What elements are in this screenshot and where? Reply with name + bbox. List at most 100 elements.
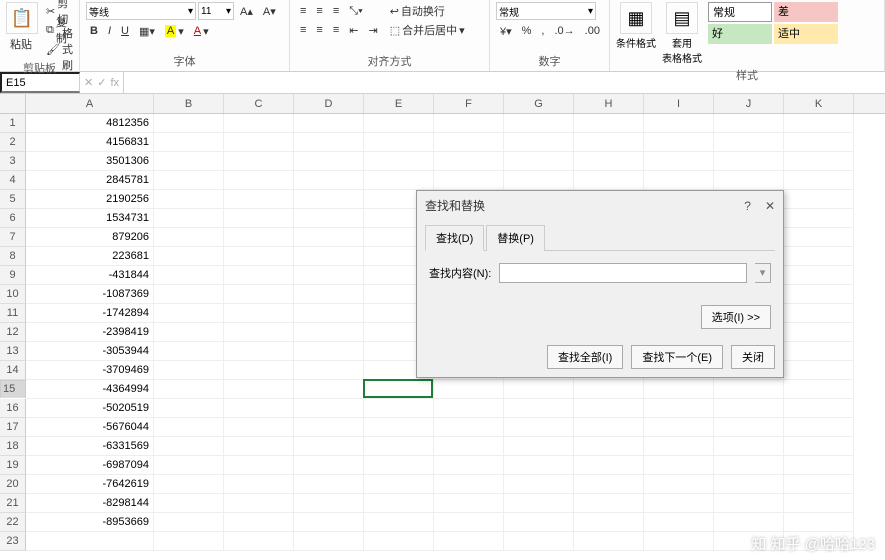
- row-header[interactable]: 11: [0, 304, 26, 323]
- column-header[interactable]: F: [434, 94, 504, 113]
- cell[interactable]: [714, 152, 784, 171]
- cell[interactable]: [154, 532, 224, 551]
- cell[interactable]: [714, 418, 784, 437]
- cell[interactable]: [294, 380, 364, 399]
- tab-replace[interactable]: 替换(P): [486, 225, 545, 251]
- confirm-formula-icon[interactable]: ✓: [97, 76, 106, 89]
- cell[interactable]: [784, 418, 854, 437]
- cell[interactable]: [364, 380, 434, 399]
- cell[interactable]: [434, 171, 504, 190]
- fill-color-button[interactable]: A▾: [161, 22, 188, 40]
- cell[interactable]: [784, 380, 854, 399]
- cell[interactable]: [294, 247, 364, 266]
- cell[interactable]: [294, 323, 364, 342]
- font-color-button[interactable]: A▾: [190, 22, 213, 40]
- cell[interactable]: [154, 323, 224, 342]
- cell[interactable]: [714, 437, 784, 456]
- cell[interactable]: [504, 399, 574, 418]
- cell[interactable]: [364, 114, 434, 133]
- cell[interactable]: [294, 342, 364, 361]
- cell[interactable]: [434, 532, 504, 551]
- cell[interactable]: [224, 475, 294, 494]
- cell[interactable]: [224, 399, 294, 418]
- cell-style-normal[interactable]: 常规: [708, 2, 772, 22]
- column-header[interactable]: A: [26, 94, 154, 113]
- cell[interactable]: [224, 209, 294, 228]
- find-all-button[interactable]: 查找全部(I): [547, 345, 623, 369]
- cell[interactable]: [224, 456, 294, 475]
- cell[interactable]: [294, 228, 364, 247]
- cell[interactable]: [434, 399, 504, 418]
- cell[interactable]: [714, 475, 784, 494]
- cell[interactable]: [714, 133, 784, 152]
- orientation-button[interactable]: ⤡▾: [345, 2, 366, 20]
- cell[interactable]: [294, 133, 364, 152]
- cell[interactable]: [154, 475, 224, 494]
- cell[interactable]: [644, 152, 714, 171]
- dialog-titlebar[interactable]: 查找和替换 ? ✕: [417, 191, 783, 220]
- cell[interactable]: [154, 266, 224, 285]
- cell[interactable]: [224, 247, 294, 266]
- cell[interactable]: [644, 114, 714, 133]
- cell[interactable]: [644, 418, 714, 437]
- cell[interactable]: [294, 456, 364, 475]
- cell[interactable]: -1087369: [26, 285, 154, 304]
- cell[interactable]: [434, 437, 504, 456]
- cell[interactable]: [644, 380, 714, 399]
- cell[interactable]: [294, 437, 364, 456]
- cell[interactable]: [224, 228, 294, 247]
- cell[interactable]: -3709469: [26, 361, 154, 380]
- find-next-button[interactable]: 查找下一个(E): [631, 345, 723, 369]
- cell[interactable]: [224, 285, 294, 304]
- cell[interactable]: [154, 399, 224, 418]
- column-header[interactable]: B: [154, 94, 224, 113]
- cell[interactable]: [294, 266, 364, 285]
- font-size-select[interactable]: 11▾: [198, 2, 234, 20]
- cell[interactable]: [224, 532, 294, 551]
- row-header[interactable]: 13: [0, 342, 26, 361]
- cell[interactable]: [504, 475, 574, 494]
- row-header[interactable]: 10: [0, 285, 26, 304]
- dec-decimal-button[interactable]: .00: [581, 22, 604, 40]
- row-header[interactable]: 6: [0, 209, 26, 228]
- cell[interactable]: [504, 437, 574, 456]
- currency-button[interactable]: ¥▾: [496, 22, 516, 40]
- cell[interactable]: 2845781: [26, 171, 154, 190]
- cell[interactable]: [714, 456, 784, 475]
- number-format-select[interactable]: 常规▾: [496, 2, 596, 20]
- cell[interactable]: [644, 437, 714, 456]
- cell[interactable]: [574, 475, 644, 494]
- comma-button[interactable]: ,: [537, 22, 548, 40]
- merge-center-button[interactable]: ⬚ 合并后居中 ▾: [386, 21, 469, 39]
- column-header[interactable]: D: [294, 94, 364, 113]
- cell[interactable]: [784, 323, 854, 342]
- cell[interactable]: [224, 152, 294, 171]
- cell[interactable]: [154, 456, 224, 475]
- inc-decimal-button[interactable]: .0→: [550, 22, 578, 40]
- row-header[interactable]: 17: [0, 418, 26, 437]
- cell[interactable]: [294, 152, 364, 171]
- cell[interactable]: [224, 114, 294, 133]
- cell-style-bad[interactable]: 差: [774, 2, 838, 22]
- column-header[interactable]: E: [364, 94, 434, 113]
- cell[interactable]: [504, 133, 574, 152]
- cell[interactable]: [434, 152, 504, 171]
- row-header[interactable]: 2: [0, 133, 26, 152]
- cell[interactable]: -6987094: [26, 456, 154, 475]
- row-header[interactable]: 14: [0, 361, 26, 380]
- cell[interactable]: -3053944: [26, 342, 154, 361]
- cell[interactable]: [364, 418, 434, 437]
- cell[interactable]: [504, 456, 574, 475]
- cell[interactable]: [434, 494, 504, 513]
- cell[interactable]: [784, 247, 854, 266]
- row-header[interactable]: 20: [0, 475, 26, 494]
- cell[interactable]: [294, 171, 364, 190]
- cell[interactable]: [224, 361, 294, 380]
- cell[interactable]: [504, 418, 574, 437]
- cell[interactable]: [644, 494, 714, 513]
- cell[interactable]: [784, 475, 854, 494]
- cell[interactable]: [364, 494, 434, 513]
- cell[interactable]: [224, 266, 294, 285]
- cancel-formula-icon[interactable]: ✕: [84, 76, 93, 89]
- row-header[interactable]: 16: [0, 399, 26, 418]
